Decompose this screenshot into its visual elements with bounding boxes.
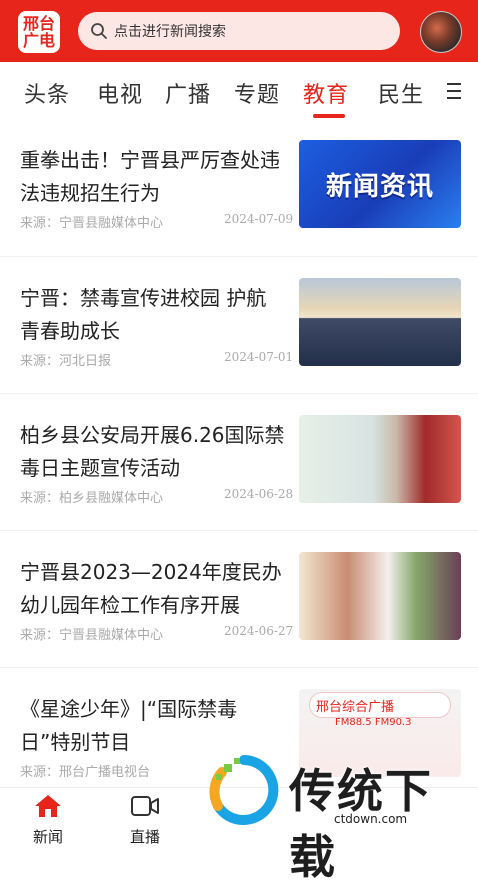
news-title: 宁晋：禁毒宣传进校园 护航青春助成长: [20, 286, 267, 343]
nav-news-label: 新闻: [32, 828, 63, 846]
divider: [0, 530, 478, 531]
video-camera-icon: [131, 796, 159, 816]
tab-livelihood[interactable]: 民生: [378, 77, 424, 109]
active-tab-indicator: [313, 114, 345, 118]
news-item[interactable]: 宁晋县2023—2024年度民办幼儿园年检工作有序开展 来源：宁晋县融媒体中心 …: [0, 552, 478, 676]
news-source: 来源：河北日报: [20, 354, 112, 369]
home-icon: [35, 795, 61, 817]
news-source: 来源：柏乡县融媒体中心: [20, 491, 164, 506]
news-thumbnail: [299, 552, 461, 640]
app-logo[interactable]: 邢台 广电: [18, 11, 60, 53]
news-date: 2024-06-28: [224, 487, 294, 501]
news-source: 来源：宁晋县融媒体中心: [20, 628, 164, 643]
news-item[interactable]: 宁晋：禁毒宣传进校园 护航青春助成长 来源：河北日报 2024-07-01: [0, 278, 478, 402]
thumbnail-frequency: FM88.5 FM90.3: [335, 717, 412, 728]
news-title: 宁晋县2023—2024年度民办幼儿园年检工作有序开展: [20, 560, 282, 617]
tab-tv[interactable]: 电视: [97, 77, 143, 109]
tab-radio[interactable]: 广播: [165, 77, 211, 109]
watermark-logo-icon: [209, 755, 279, 825]
tab-topics[interactable]: 专题: [234, 77, 280, 109]
nav-live[interactable]: 直播: [115, 794, 175, 847]
news-date: 2024-06-27: [224, 624, 294, 638]
search-input[interactable]: 点击进行新闻搜索: [78, 12, 400, 50]
news-source: 来源：邢台广播电视台: [20, 765, 151, 780]
search-placeholder: 点击进行新闻搜索: [114, 24, 226, 40]
news-title: 柏乡县公安局开展6.26国际禁毒日主题宣传活动: [20, 423, 285, 480]
app-header: 邢台 广电 点击进行新闻搜索: [0, 0, 478, 62]
news-title: 重拳出击！宁晋县严厉查处违法违规招生行为: [20, 148, 280, 205]
tab-headlines[interactable]: 头条: [24, 77, 70, 109]
news-date: 2024-07-09: [224, 212, 294, 226]
thumbnail-caption: 新闻资讯: [325, 171, 434, 202]
news-date: 2024-07-01: [224, 350, 294, 364]
news-item[interactable]: 重拳出击！宁晋县严厉查处违法违规招生行为 来源：宁晋县融媒体中心 2024-07…: [0, 140, 478, 264]
news-item[interactable]: 柏乡县公安局开展6.26国际禁毒日主题宣传活动 来源：柏乡县融媒体中心 2024…: [0, 415, 478, 539]
divider: [0, 667, 478, 668]
user-avatar[interactable]: [420, 11, 462, 53]
watermark-url: ctdown.com: [334, 812, 408, 826]
thumbnail-caption: 邢台综合广播: [309, 692, 451, 718]
logo-line-1: 邢台: [22, 14, 55, 33]
news-title: 《星途少年》|“国际禁毒日”特别节目: [20, 697, 238, 754]
logo-line-2: 广电: [22, 31, 55, 50]
news-thumbnail: [299, 278, 461, 366]
news-source: 来源：宁晋县融媒体中心: [20, 216, 164, 231]
divider: [0, 256, 478, 257]
divider: [0, 393, 478, 394]
tab-education[interactable]: 教育: [303, 77, 349, 109]
category-tabs: 头条 电视 广播 专题 教育 民生: [0, 62, 478, 122]
news-thumbnail: [299, 415, 461, 503]
menu-icon[interactable]: [447, 83, 461, 99]
search-icon: [91, 23, 107, 39]
news-thumbnail: 新闻资讯: [299, 140, 461, 228]
nav-news[interactable]: 新闻: [18, 794, 78, 847]
nav-live-label: 直播: [129, 828, 160, 846]
